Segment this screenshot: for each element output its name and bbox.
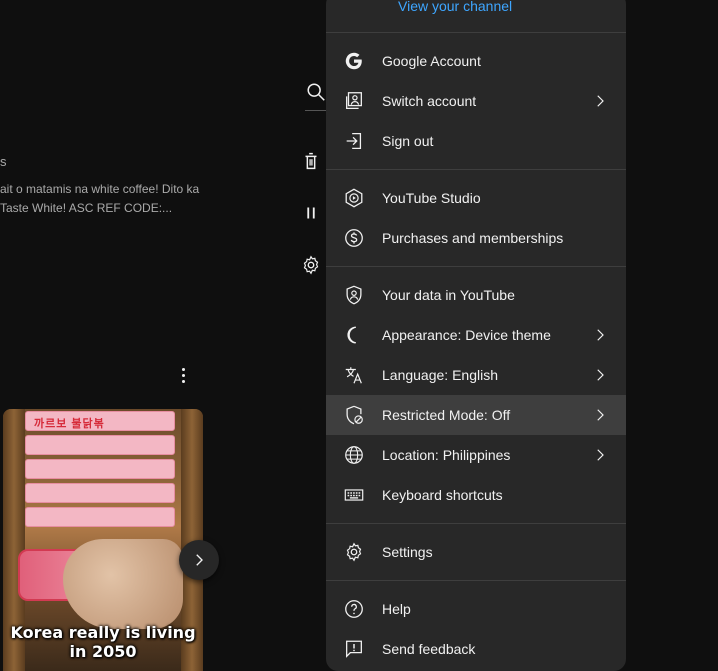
menu-item-label: Purchases and memberships [382, 230, 564, 246]
menu-item-label: Your data in YouTube [382, 287, 515, 303]
pause-icon[interactable] [299, 201, 323, 225]
menu-item-label: Keyboard shortcuts [382, 487, 503, 503]
menu-item-label: Language: English [382, 367, 498, 383]
youtube-studio-icon [342, 186, 366, 210]
caption-line: in 2050 [69, 642, 137, 661]
video-description[interactable]: ait o matamis na white coffee! Dito ka T… [0, 180, 220, 218]
shield-person-icon [342, 283, 366, 307]
menu-item-help[interactable]: Help [326, 589, 626, 629]
divider [326, 580, 626, 581]
video-title-fragment[interactable]: s [0, 154, 7, 169]
feedback-icon [342, 637, 366, 661]
view-channel-link[interactable]: View your channel [398, 0, 512, 14]
gear-icon[interactable] [299, 253, 323, 277]
chevron-right-icon [588, 363, 612, 387]
menu-item-language[interactable]: Language: English [326, 355, 626, 395]
menu-item-location[interactable]: Location: Philippines [326, 435, 626, 475]
chevron-right-icon [588, 89, 612, 113]
restricted-icon [342, 403, 366, 427]
chevron-right-icon [588, 323, 612, 347]
search-underline [305, 110, 327, 111]
menu-item-appearance[interactable]: Appearance: Device theme [326, 315, 626, 355]
help-icon [342, 597, 366, 621]
sign-out-icon [342, 129, 366, 153]
description-line: Taste White! ASC REF CODE:... [0, 201, 173, 215]
menu-item-restricted-mode[interactable]: Restricted Mode: Off [326, 395, 626, 435]
divider [326, 32, 626, 33]
translate-icon [342, 363, 366, 387]
search-icon[interactable] [304, 80, 328, 104]
menu-item-label: Send feedback [382, 641, 476, 657]
short-thumbnail[interactable]: 까르보 불닭볶 Korea really is living in 2050 [3, 409, 203, 671]
dollar-icon [342, 226, 366, 250]
globe-icon [342, 443, 366, 467]
divider [326, 523, 626, 524]
menu-item-label: Help [382, 601, 411, 617]
switch-account-icon [342, 89, 366, 113]
package-text: 까르보 불닭볶 [34, 418, 105, 430]
next-button[interactable] [179, 540, 219, 580]
menu-item-label: Appearance: Device theme [382, 327, 551, 343]
caption-line: Korea really is living [10, 623, 196, 642]
menu-item-switch-account[interactable]: Switch account [326, 81, 626, 121]
menu-item-label: Google Account [382, 53, 481, 69]
youtube-page: s ait o matamis na white coffee! Dito ka… [0, 0, 718, 671]
divider [326, 169, 626, 170]
trash-icon[interactable] [299, 149, 323, 173]
menu-item-send-feedback[interactable]: Send feedback [326, 629, 626, 669]
thumbnail-caption: Korea really is living in 2050 [3, 623, 203, 661]
moon-icon [342, 323, 366, 347]
menu-item-label: Switch account [382, 93, 477, 109]
chevron-right-icon [588, 403, 612, 427]
menu-item-youtube-studio[interactable]: YouTube Studio [326, 178, 626, 218]
chevron-right-icon [588, 443, 612, 467]
menu-item-purchases[interactable]: Purchases and memberships [326, 218, 626, 258]
menu-item-label: Restricted Mode: Off [382, 407, 511, 423]
menu-item-sign-out[interactable]: Sign out [326, 121, 626, 161]
chevron-right-icon [196, 554, 203, 566]
menu-item-google-account[interactable]: Google Account [326, 41, 626, 81]
menu-item-label: Settings [382, 544, 433, 560]
menu-item-your-data[interactable]: Your data in YouTube [326, 275, 626, 315]
menu-item-keyboard-shortcuts[interactable]: Keyboard shortcuts [326, 475, 626, 515]
google-icon [342, 49, 366, 73]
more-vert-icon[interactable] [172, 364, 194, 386]
divider [326, 266, 626, 267]
menu-item-settings[interactable]: Settings [326, 532, 626, 572]
keyboard-icon [342, 483, 366, 507]
account-menu: View your channel Google Account Switch … [326, 0, 626, 671]
menu-item-label: YouTube Studio [382, 190, 481, 206]
menu-item-label: Location: Philippines [382, 447, 511, 463]
gear-icon [342, 540, 366, 564]
menu-item-label: Sign out [382, 133, 434, 149]
description-line: ait o matamis na white coffee! Dito ka [0, 182, 200, 196]
